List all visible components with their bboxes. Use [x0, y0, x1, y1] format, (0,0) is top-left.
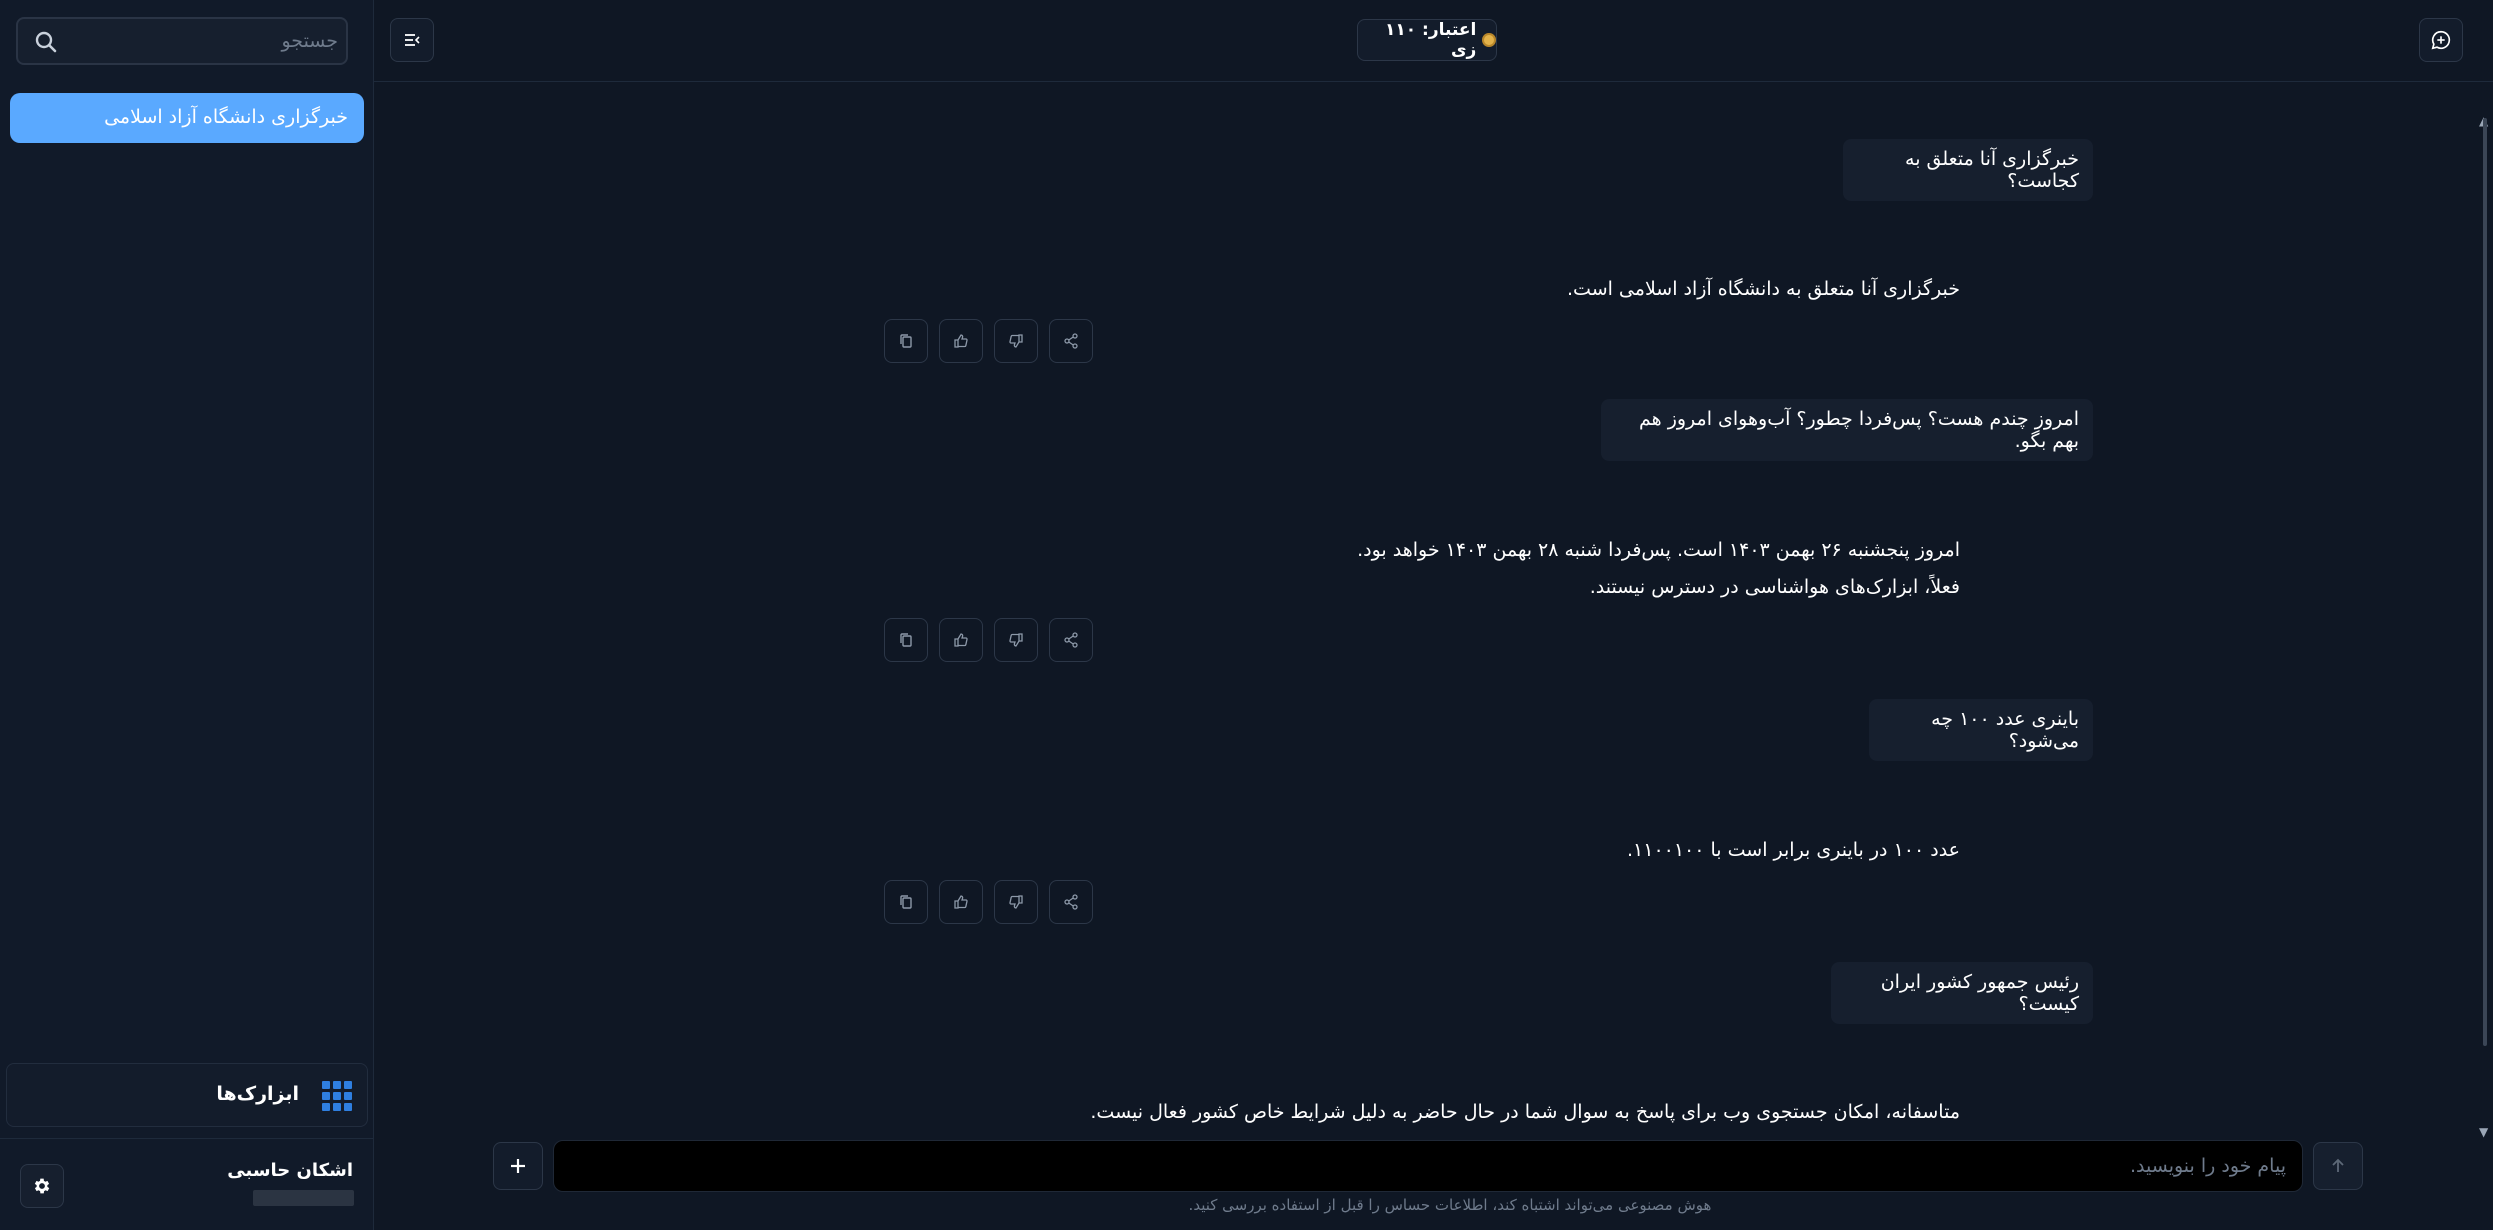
scrollbar[interactable]	[2483, 118, 2487, 1046]
message-line: امروز پنجشنبه ۲۶ بهمن ۱۴۰۳ است. پس‌فردا …	[1357, 539, 1960, 561]
credit-label: اعتبار: ۱۱۰ زی	[1384, 20, 1477, 60]
assistant-message: امروز پنجشنبه ۲۶ بهمن ۱۴۰۳ است. پس‌فردا …	[1357, 532, 1960, 606]
thumbs-down-button[interactable]	[994, 618, 1038, 662]
message-actions	[884, 319, 1093, 363]
thumbs-up-icon	[954, 895, 968, 909]
coin-icon	[1482, 33, 1496, 47]
arrow-up-icon	[2332, 1158, 2344, 1172]
tools-label: ابزارک‌ها	[216, 1083, 299, 1105]
share-button[interactable]	[1049, 880, 1093, 924]
search-box[interactable]	[16, 17, 348, 65]
sidebar-collapse-icon	[405, 34, 420, 46]
new-chat-icon	[2431, 30, 2451, 50]
sidebar: خبرگزاری دانشگاه آزاد اسلامی ابزارک‌ها ا…	[0, 0, 374, 1230]
message-line: متاسفانه، امکان جستجوی وب برای پاسخ به س…	[1090, 1101, 1960, 1123]
copy-icon	[900, 633, 912, 647]
message-actions	[884, 880, 1093, 924]
copy-icon	[900, 334, 912, 348]
share-icon	[1064, 632, 1078, 648]
user-message: خبرگزاری آنا متعلق به کجاست؟	[1843, 139, 2093, 201]
thumbs-up-button[interactable]	[939, 618, 983, 662]
toggle-sidebar-button[interactable]	[390, 18, 434, 62]
share-icon	[1064, 333, 1078, 349]
thumbs-up-button[interactable]	[939, 880, 983, 924]
conversation-item[interactable]: خبرگزاری دانشگاه آزاد اسلامی	[10, 93, 364, 143]
tools-button[interactable]: ابزارک‌ها	[6, 1063, 368, 1127]
send-button[interactable]	[2313, 1142, 2363, 1190]
share-icon	[1064, 894, 1078, 910]
header: اعتبار: ۱۱۰ زی	[374, 0, 2493, 82]
plus-icon	[511, 1159, 525, 1173]
thumbs-down-icon	[1009, 895, 1023, 909]
user-subtitle-placeholder	[253, 1190, 354, 1206]
copy-button[interactable]	[884, 880, 928, 924]
thumbs-up-icon	[954, 334, 968, 348]
grid-icon	[322, 1081, 352, 1111]
user-message: رئیس جمهور کشور ایران کیست؟	[1831, 962, 2093, 1024]
share-button[interactable]	[1049, 319, 1093, 363]
share-button[interactable]	[1049, 618, 1093, 662]
user-message: امروز چندم هست؟ پس‌فردا چطور؟ آب‌وهوای ا…	[1601, 399, 2093, 461]
copy-icon	[900, 895, 912, 909]
message-text: امروز چندم هست؟ پس‌فردا چطور؟ آب‌وهوای ا…	[1639, 408, 2079, 452]
credit-badge: اعتبار: ۱۱۰ زی	[1357, 19, 1497, 61]
disclaimer: هوش مصنوعی می‌تواند اشتباه کند، اطلاعات …	[1188, 1196, 1712, 1214]
copy-button[interactable]	[884, 618, 928, 662]
gear-icon	[34, 1178, 50, 1194]
settings-button[interactable]	[20, 1164, 64, 1208]
message-text: باینری عدد ۱۰۰ چه می‌شود؟	[1931, 708, 2079, 752]
thumbs-down-button[interactable]	[994, 880, 1038, 924]
user-message: باینری عدد ۱۰۰ چه می‌شود؟	[1869, 699, 2093, 761]
thumbs-down-icon	[1009, 334, 1023, 348]
add-attachment-button[interactable]	[493, 1142, 543, 1190]
message-actions	[884, 618, 1093, 662]
user-name: اشکان حاسبی	[227, 1160, 353, 1181]
sidebar-divider	[0, 1138, 374, 1139]
message-input[interactable]	[553, 1140, 2303, 1192]
conversation-title: خبرگزاری دانشگاه آزاد اسلامی	[104, 106, 348, 128]
assistant-message: خبرگزاری آنا متعلق به دانشگاه آزاد اسلام…	[1567, 271, 1960, 308]
message-line: فعلاً، ابزارک‌های هواشناسی در دسترس نیست…	[1589, 576, 1960, 598]
search-icon[interactable]	[34, 30, 58, 54]
assistant-message: عدد ۱۰۰ در باینری برابر است با ۱۱۰۰۱۰۰.	[1627, 832, 1960, 869]
search-input[interactable]	[70, 19, 338, 63]
thumbs-down-icon	[1009, 633, 1023, 647]
message-line: عدد ۱۰۰ در باینری برابر است با ۱۱۰۰۱۰۰.	[1626, 839, 1960, 861]
thumbs-up-button[interactable]	[939, 319, 983, 363]
thumbs-down-button[interactable]	[994, 319, 1038, 363]
new-chat-button[interactable]	[2419, 18, 2463, 62]
scroll-down-arrow[interactable]: ▼	[2479, 1125, 2488, 1139]
copy-button[interactable]	[884, 319, 928, 363]
message-line: خبرگزاری آنا متعلق به دانشگاه آزاد اسلام…	[1567, 278, 1960, 300]
assistant-message: متاسفانه، امکان جستجوی وب برای پاسخ به س…	[1090, 1094, 1960, 1131]
chat-area: خبرگزاری آنا متعلق به کجاست؟ خبرگزاری آن…	[374, 83, 2493, 1143]
thumbs-up-icon	[954, 633, 968, 647]
message-text: خبرگزاری آنا متعلق به کجاست؟	[1905, 148, 2079, 192]
message-text: رئیس جمهور کشور ایران کیست؟	[1880, 971, 2079, 1015]
